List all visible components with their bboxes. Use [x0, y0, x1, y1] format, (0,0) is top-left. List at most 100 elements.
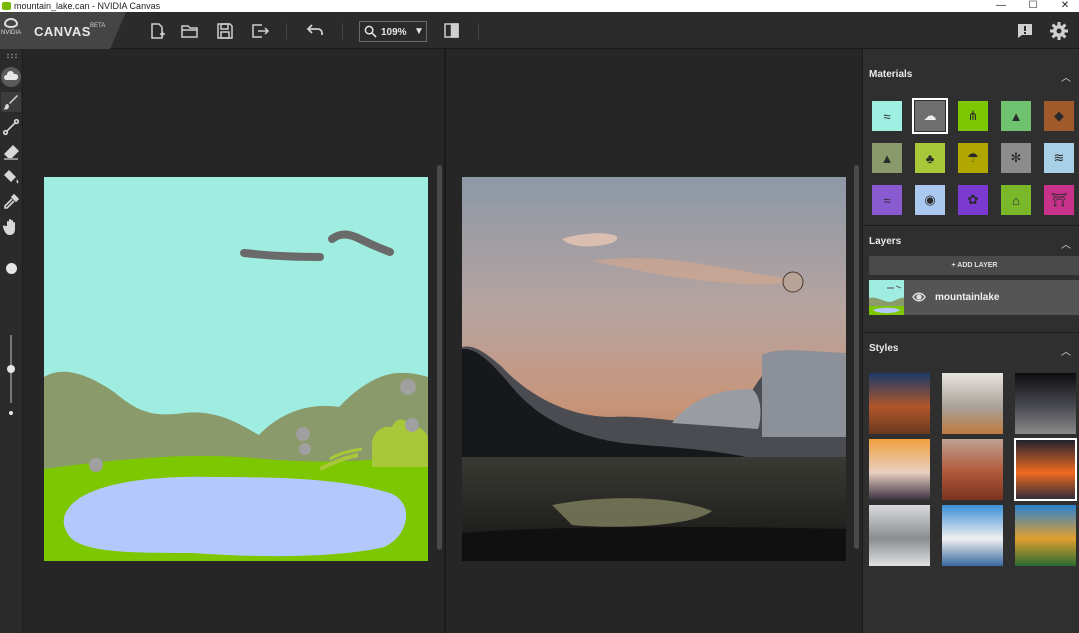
material-sea-button[interactable]: ≋ — [1044, 143, 1074, 173]
layers-header: Layers — [869, 236, 902, 247]
brand-area: NVIDIA CANVAS BETA — [0, 12, 126, 49]
style-thumbnail[interactable] — [1015, 505, 1076, 566]
material-lake-button[interactable]: ◉ — [915, 185, 945, 215]
material-rock-button[interactable]: ◆ — [1044, 101, 1074, 131]
toolbar-separator — [286, 23, 287, 39]
eraser-icon — [4, 145, 19, 160]
style-thumbnail[interactable] — [942, 439, 1003, 500]
window-title: mountain_lake.can - NVIDIA Canvas — [14, 1, 161, 11]
segmentation-canvas[interactable] — [44, 177, 428, 561]
snow-dot — [400, 379, 416, 395]
hand-icon — [2, 219, 16, 235]
window-title-bar: mountain_lake.can - NVIDIA Canvas — ☐ ✕ — [0, 0, 1079, 12]
tool-column — [0, 49, 23, 633]
layers-collapse-button[interactable]: ︿ — [1061, 236, 1071, 251]
layer-row[interactable]: mountainlake — [869, 280, 1079, 315]
nvidia-logo: NVIDIA — [1, 18, 21, 42]
material-hill-button[interactable]: ▲ — [1001, 101, 1031, 131]
search-icon — [364, 25, 377, 38]
right-panel: Materials ︿ ≈ ☁ ⋔ ▲ ◆ ▲ ♣ ☂ ✻ ≋ ≈ ◉ ✿ ⌂ ⛩ Layers ︿ + A… — [862, 49, 1079, 633]
main-toolbar: NVIDIA CANVAS BETA 109% ▼ — [0, 12, 1079, 49]
fog-icon: ≈ — [883, 192, 891, 208]
app-window: mountain_lake.can - NVIDIA Canvas — ☐ ✕ … — [0, 0, 1079, 633]
brush-size-min-icon — [9, 411, 13, 415]
styles-collapse-button[interactable]: ︿ — [1061, 343, 1071, 358]
snow-dot — [89, 458, 103, 472]
right-scrollbar[interactable] — [854, 165, 859, 549]
material-grass-button[interactable]: ⋔ — [958, 101, 988, 131]
nvidia-logo-icon — [2, 2, 11, 10]
style-thumbnail[interactable] — [869, 373, 930, 434]
eyedropper-icon — [4, 193, 20, 209]
workspace — [23, 49, 861, 633]
toolbar-separator — [478, 23, 479, 39]
zoom-value: 109% — [381, 27, 407, 38]
toolbar-separator — [342, 23, 343, 39]
eyedropper-tool-button[interactable] — [1, 192, 21, 212]
lake-region — [63, 476, 407, 557]
material-tree-button[interactable]: ♣ — [915, 143, 945, 173]
open-file-button[interactable] — [180, 21, 200, 41]
undo-button[interactable] — [305, 21, 325, 41]
compare-icon — [444, 23, 459, 38]
water-icon: ≈ — [883, 108, 891, 124]
style-thumbnail[interactable] — [942, 505, 1003, 566]
material-tool-button[interactable] — [1, 67, 21, 87]
save-button[interactable] — [215, 21, 235, 41]
new-file-button[interactable] — [147, 21, 167, 41]
eraser-tool-button[interactable] — [1, 142, 21, 162]
style-thumbnail[interactable] — [1014, 438, 1077, 501]
pan-tool-button[interactable] — [1, 217, 21, 237]
settings-button[interactable] — [1049, 21, 1069, 41]
app-name: CANVAS — [34, 24, 91, 39]
mountain-icon: ▲ — [880, 150, 894, 166]
beta-badge: BETA — [90, 23, 106, 29]
feedback-button[interactable] — [1015, 21, 1035, 41]
material-mountain-button[interactable]: ▲ — [872, 143, 902, 173]
new-file-icon — [151, 23, 165, 39]
save-icon — [217, 23, 233, 39]
material-bridge-button[interactable]: ⛩ — [1044, 185, 1074, 215]
export-button[interactable] — [250, 21, 270, 41]
export-icon — [252, 24, 270, 38]
style-thumbnail[interactable] — [869, 439, 930, 500]
eye-icon[interactable] — [912, 291, 926, 303]
close-button[interactable]: ✕ — [1045, 0, 1079, 12]
style-thumbnail[interactable] — [942, 373, 1003, 434]
snow-dot — [299, 443, 311, 455]
materials-collapse-button[interactable]: ︿ — [1061, 69, 1071, 84]
cloud-icon: ☁ — [923, 108, 937, 123]
add-layer-button[interactable]: + ADD LAYER — [869, 256, 1079, 275]
brush-tool-button[interactable] — [1, 92, 21, 112]
material-hut-button[interactable]: ⌂ — [1001, 185, 1031, 215]
tree-icon: ♣ — [925, 150, 935, 166]
left-scrollbar[interactable] — [437, 165, 442, 550]
grass-icon: ⋔ — [967, 108, 979, 123]
material-snow-button[interactable]: ✻ — [1001, 143, 1031, 173]
fill-icon — [4, 170, 19, 184]
style-thumbnail[interactable] — [869, 505, 930, 566]
lake-icon: ◉ — [924, 192, 936, 207]
cloud-stroke — [240, 249, 324, 261]
zoom-select[interactable]: 109% ▼ — [359, 21, 427, 42]
brush-size-slider-knob[interactable] — [7, 365, 15, 373]
material-fog-button[interactable]: ≈ — [872, 185, 902, 215]
nvidia-logo-text: NVIDIA — [1, 30, 22, 36]
material-flowers-button[interactable]: ✿ — [958, 185, 988, 215]
material-water-button[interactable]: ≈ — [872, 101, 902, 131]
material-cloud-icon — [1, 67, 21, 87]
material-bush-button[interactable]: ☂ — [958, 143, 988, 173]
style-thumbnail[interactable] — [1015, 373, 1076, 434]
generated-image — [462, 177, 846, 561]
rock-icon: ◆ — [1054, 108, 1064, 123]
section-divider — [863, 332, 1079, 333]
material-cloud-button[interactable]: ☁ — [912, 98, 948, 134]
line-tool-button[interactable] — [1, 117, 21, 137]
fill-tool-button[interactable] — [1, 167, 21, 187]
sea-icon: ≋ — [1053, 150, 1065, 165]
view-divider[interactable] — [444, 49, 446, 633]
compare-view-button[interactable] — [442, 21, 462, 41]
gear-icon — [1050, 22, 1068, 40]
nvidia-eye-icon — [4, 18, 18, 28]
drag-handle[interactable] — [6, 53, 17, 59]
